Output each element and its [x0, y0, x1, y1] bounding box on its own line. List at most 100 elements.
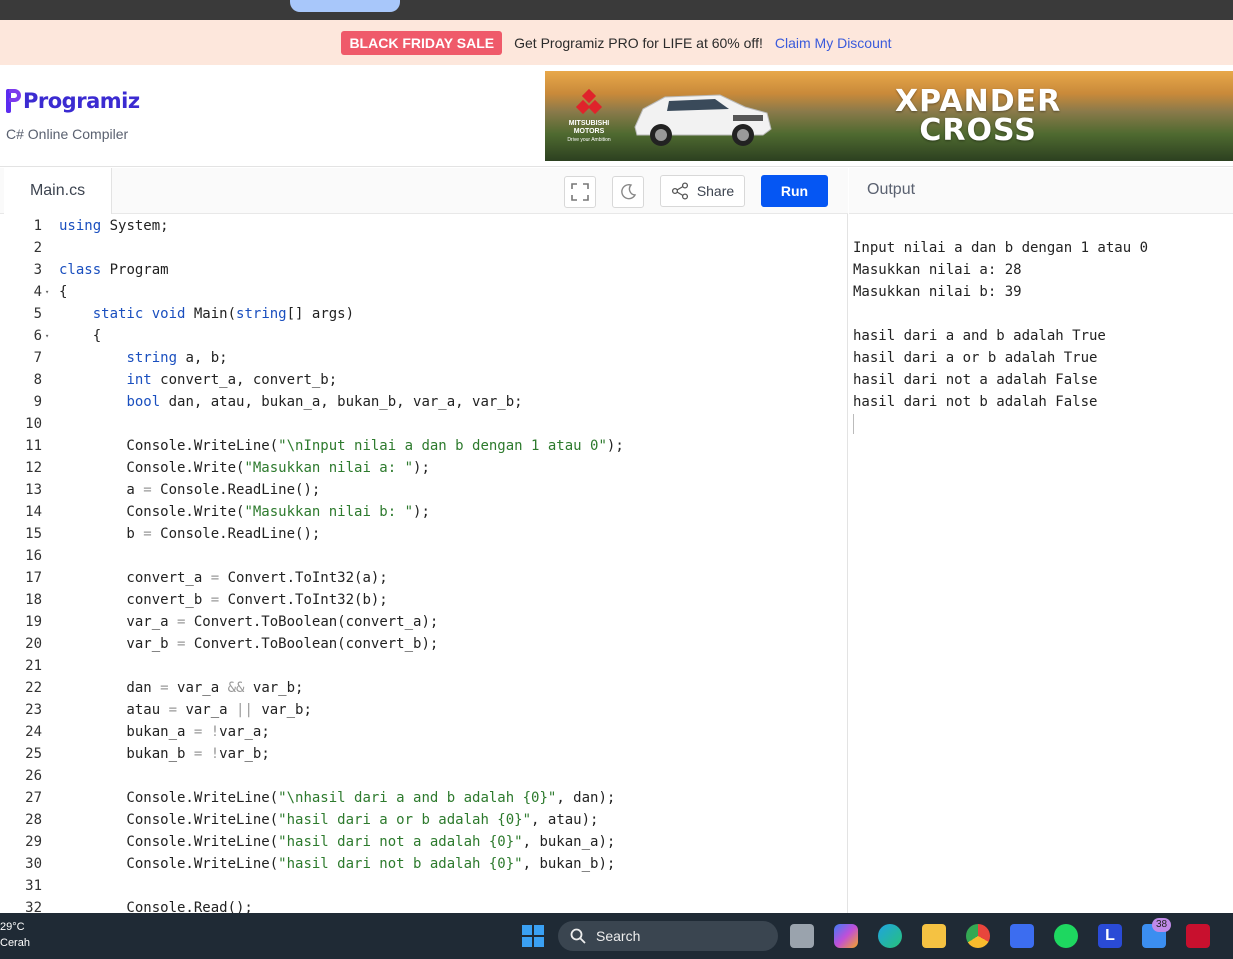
- line-number: 19: [25, 614, 42, 630]
- weather-temperature: 29°C: [0, 921, 25, 933]
- output-cursor: [853, 414, 854, 434]
- output-line: hasil dari not a adalah False: [853, 372, 1098, 388]
- code-line[interactable]: 10: [4, 413, 847, 435]
- copilot-icon[interactable]: [834, 924, 858, 948]
- line-number: 5: [33, 306, 42, 322]
- code-line[interactable]: 17 convert_a = Convert.ToInt32(a);: [4, 567, 847, 589]
- code-text: using System;: [59, 218, 169, 234]
- editor-toolbar: Main.cs Share Run: [0, 168, 848, 214]
- code-line[interactable]: 24 bukan_a = !var_a;: [4, 721, 847, 743]
- code-line[interactable]: 5 static void Main(string[] args): [4, 303, 847, 325]
- ad-title-line2: CROSS: [919, 113, 1037, 148]
- code-line[interactable]: 32 Console.Read();: [4, 897, 847, 913]
- code-line[interactable]: 2: [4, 237, 847, 259]
- browser-tab-strip: [0, 0, 1233, 20]
- advertisement-banner[interactable]: MITSUBISHI MOTORS Drive your Ambition XP…: [545, 71, 1233, 161]
- line-number: 28: [25, 812, 42, 828]
- code-text: Console.Write("Masukkan nilai b: ");: [59, 504, 430, 520]
- claim-discount-link[interactable]: Claim My Discount: [775, 35, 892, 51]
- file-explorer-icon[interactable]: [922, 924, 946, 948]
- code-text: a = Console.ReadLine();: [59, 482, 321, 498]
- line-number: 20: [25, 636, 42, 652]
- chrome-icon[interactable]: [966, 924, 990, 948]
- promo-banner: BLACK FRIDAY SALE Get Programiz PRO for …: [0, 20, 1233, 65]
- share-button[interactable]: Share: [660, 175, 745, 207]
- code-text: Console.WriteLine("hasil dari a or b ada…: [59, 812, 599, 828]
- code-line[interactable]: 1 using System;: [4, 215, 847, 237]
- code-line[interactable]: 30 Console.WriteLine("hasil dari not b a…: [4, 853, 847, 875]
- ad-title-line1: XPANDER: [895, 84, 1062, 119]
- output-title: Output: [867, 181, 916, 198]
- programiz-logo[interactable]: Programiz: [6, 89, 140, 113]
- code-text: class Program: [59, 262, 169, 278]
- code-line[interactable]: 11 Console.WriteLine("\nInput nilai a da…: [4, 435, 847, 457]
- fold-toggle-icon[interactable]: ▾: [45, 325, 49, 347]
- output-line: hasil dari not b adalah False: [853, 394, 1098, 410]
- code-line[interactable]: 8 int convert_a, convert_b;: [4, 369, 847, 391]
- code-line[interactable]: 15 b = Console.ReadLine();: [4, 523, 847, 545]
- page-subtitle: C# Online Compiler: [6, 126, 129, 142]
- code-text: static void Main(string[] args): [92, 306, 355, 322]
- code-line[interactable]: 13 a = Console.ReadLine();: [4, 479, 847, 501]
- output-line: Masukkan nilai a: 28: [853, 262, 1022, 278]
- weather-widget[interactable]: 29°C Cerah: [0, 919, 30, 951]
- code-line[interactable]: 6 ▾ {: [4, 325, 847, 347]
- windows-start-icon[interactable]: [522, 925, 544, 947]
- line-number: 23: [25, 702, 42, 718]
- code-line[interactable]: 27 Console.WriteLine("\nhasil dari a and…: [4, 787, 847, 809]
- code-text: dan = var_a && var_b;: [59, 680, 304, 696]
- code-line[interactable]: 23 atau = var_a || var_b;: [4, 699, 847, 721]
- ad-brand-tagline: Drive your Ambition: [567, 136, 611, 143]
- code-text: var_b = Convert.ToBoolean(convert_b);: [59, 636, 439, 652]
- car-image: [634, 94, 772, 146]
- edge-icon[interactable]: [878, 924, 902, 948]
- code-line[interactable]: 31: [4, 875, 847, 897]
- code-text: {: [59, 328, 102, 344]
- output-line: hasil dari a or b adalah True: [853, 350, 1098, 366]
- code-line[interactable]: 4 ▾ {: [4, 281, 847, 303]
- code-line[interactable]: 29 Console.WriteLine("hasil dari not a a…: [4, 831, 847, 853]
- code-editor[interactable]: 1 using System; 2 3 class Program 4 ▾{5 static…: [4, 215, 847, 913]
- search-icon: [570, 928, 586, 944]
- line-number: 18: [25, 592, 42, 608]
- output-header: Output: [849, 168, 1233, 214]
- recorder-icon[interactable]: [1186, 924, 1210, 948]
- microsoft-store-icon[interactable]: [1010, 924, 1034, 948]
- code-line[interactable]: 18 convert_b = Convert.ToInt32(b);: [4, 589, 847, 611]
- code-line[interactable]: 21: [4, 655, 847, 677]
- site-header: Programiz C# Online Compiler MITSUBISHI …: [0, 65, 1233, 167]
- code-line[interactable]: 19 var_a = Convert.ToBoolean(convert_a);: [4, 611, 847, 633]
- code-line[interactable]: 25 bukan_b = !var_b;: [4, 743, 847, 765]
- file-tab-main-cs[interactable]: Main.cs: [4, 168, 112, 214]
- code-line[interactable]: 16: [4, 545, 847, 567]
- line-number: 32: [25, 900, 42, 913]
- code-line[interactable]: 22 dan = var_a && var_b;: [4, 677, 847, 699]
- task-view-icon[interactable]: [790, 924, 814, 948]
- code-line[interactable]: 3 class Program: [4, 259, 847, 281]
- promo-text: Get Programiz PRO for LIFE at 60% off!: [514, 34, 763, 51]
- line-number: 21: [25, 658, 42, 674]
- moon-icon: [621, 183, 637, 200]
- app-l-icon[interactable]: L: [1098, 924, 1122, 948]
- code-text: Console.WriteLine("\nInput nilai a dan b…: [59, 438, 624, 454]
- code-line[interactable]: 9 bool dan, atau, bukan_a, bukan_b, var_…: [4, 391, 847, 413]
- spotify-icon[interactable]: [1054, 924, 1078, 948]
- code-text: string a, b;: [126, 350, 228, 366]
- code-line[interactable]: 28 Console.WriteLine("hasil dari a or b …: [4, 809, 847, 831]
- output-console[interactable]: Input nilai a dan b dengan 1 atau 0 Masuk…: [853, 237, 1148, 413]
- ad-brand-line2: MOTORS: [573, 128, 605, 136]
- dark-mode-button[interactable]: [612, 176, 644, 208]
- code-line[interactable]: 26: [4, 765, 847, 787]
- taskbar-search[interactable]: Search: [558, 921, 778, 951]
- output-line: hasil dari a and b adalah True: [853, 328, 1106, 344]
- line-number: 29: [25, 834, 42, 850]
- code-line[interactable]: 7 string a, b;: [4, 347, 847, 369]
- code-line[interactable]: 12 Console.Write("Masukkan nilai a: ");: [4, 457, 847, 479]
- active-browser-tab[interactable]: [290, 0, 400, 12]
- line-number: 1: [33, 218, 42, 234]
- fullscreen-button[interactable]: [564, 176, 596, 208]
- fold-toggle-icon[interactable]: ▾: [45, 281, 49, 303]
- code-line[interactable]: 20 var_b = Convert.ToBoolean(convert_b);: [4, 633, 847, 655]
- code-line[interactable]: 14 Console.Write("Masukkan nilai b: ");: [4, 501, 847, 523]
- run-button[interactable]: Run: [761, 175, 828, 207]
